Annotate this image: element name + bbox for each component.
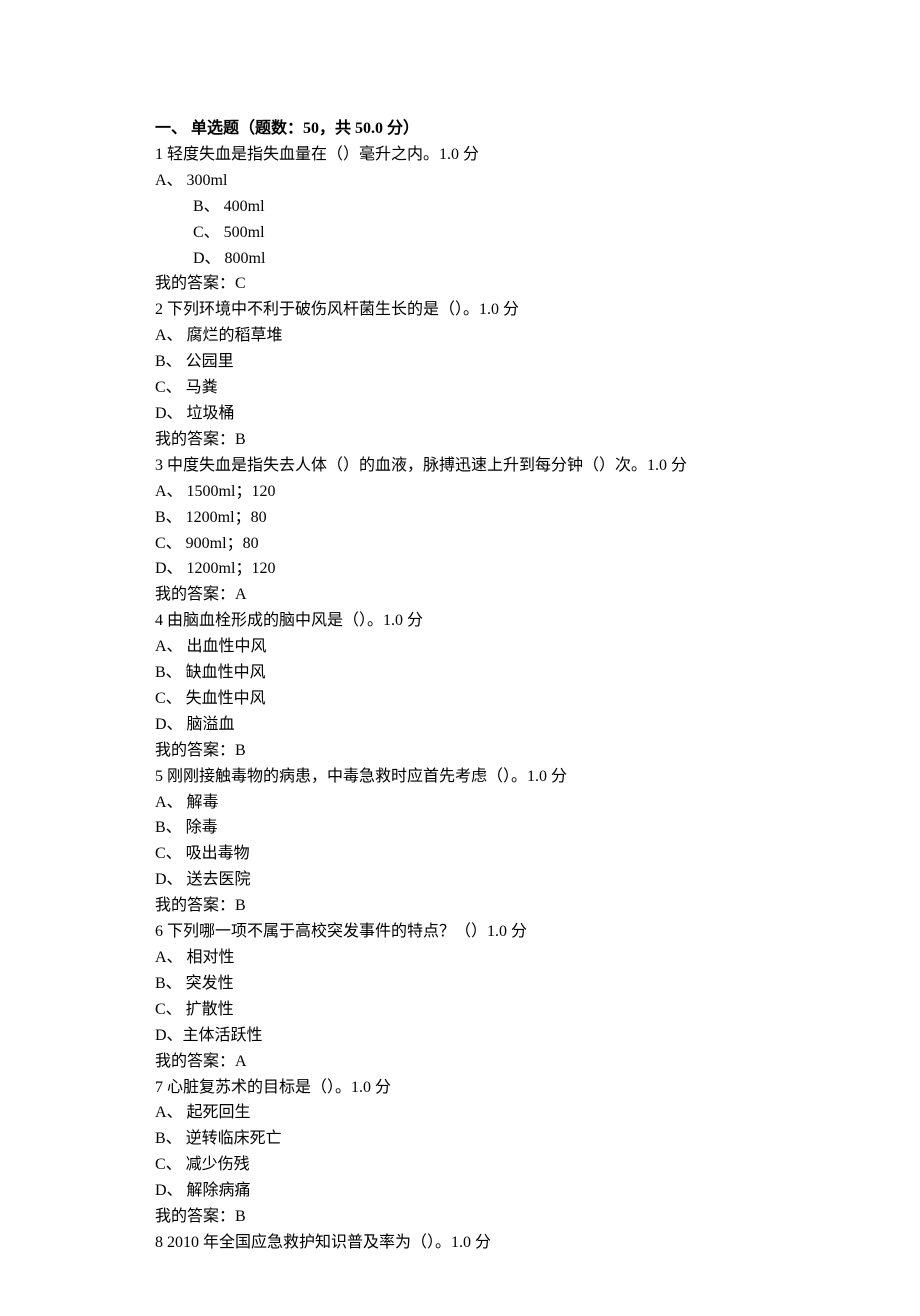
option-c: C、 扩散性 [155,997,765,1023]
answer-text: 我的答案：B [155,893,765,919]
question-text: 1 轻度失血是指失血量在（）毫升之内。1.0 分 [155,142,765,168]
answer-text: 我的答案：B [155,1204,765,1230]
option-d: D、 解除病痛 [155,1178,765,1204]
question-text: 8 2010 年全国应急救护知识普及率为（）。1.0 分 [155,1230,765,1256]
option-b: B、 缺血性中风 [155,660,765,686]
question-text: 6 下列哪一项不属于高校突发事件的特点？（）1.0 分 [155,919,765,945]
option-a: A、 300ml [155,168,765,194]
option-d: D、 垃圾桶 [155,401,765,427]
option-a: A、 出血性中风 [155,634,765,660]
question-5: 5 刚刚接触毒物的病患，中毒急救时应首先考虑（）。1.0 分 A、 解毒 B、 … [155,764,765,919]
option-c: C、 900ml；80 [155,531,765,557]
option-b: B、 400ml [155,194,765,220]
option-c: C、 失血性中风 [155,686,765,712]
option-c: C、 吸出毒物 [155,841,765,867]
option-d: D、 1200ml；120 [155,556,765,582]
option-b: B、 除毒 [155,815,765,841]
option-a: A、 腐烂的稻草堆 [155,323,765,349]
question-6: 6 下列哪一项不属于高校突发事件的特点？（）1.0 分 A、 相对性 B、 突发… [155,919,765,1074]
question-text: 7 心脏复苏术的目标是（）。1.0 分 [155,1075,765,1101]
answer-text: 我的答案：B [155,738,765,764]
option-d: D、主体活跃性 [155,1023,765,1049]
option-d: D、 送去医院 [155,867,765,893]
question-text: 5 刚刚接触毒物的病患，中毒急救时应首先考虑（）。1.0 分 [155,764,765,790]
answer-text: 我的答案：B [155,427,765,453]
option-c: C、 减少伤残 [155,1152,765,1178]
option-c: C、 500ml [155,220,765,246]
question-8: 8 2010 年全国应急救护知识普及率为（）。1.0 分 [155,1230,765,1256]
option-a: A、 解毒 [155,790,765,816]
option-d: D、 800ml [155,246,765,272]
question-4: 4 由脑血栓形成的脑中风是（）。1.0 分 A、 出血性中风 B、 缺血性中风 … [155,608,765,763]
option-c: C、 马粪 [155,375,765,401]
option-a: A、 相对性 [155,945,765,971]
option-a: A、 起死回生 [155,1100,765,1126]
option-b: B、 公园里 [155,349,765,375]
option-a: A、 1500ml；120 [155,479,765,505]
answer-text: 我的答案：A [155,582,765,608]
question-text: 3 中度失血是指失去人体（）的血液，脉搏迅速上升到每分钟（）次。1.0 分 [155,453,765,479]
question-3: 3 中度失血是指失去人体（）的血液，脉搏迅速上升到每分钟（）次。1.0 分 A、… [155,453,765,608]
option-d: D、 脑溢血 [155,712,765,738]
question-2: 2 下列环境中不利于破伤风杆菌生长的是（）。1.0 分 A、 腐烂的稻草堆 B、… [155,297,765,452]
answer-text: 我的答案：A [155,1049,765,1075]
section-title: 一、 单选题（题数：50，共 50.0 分） [155,116,765,142]
option-b: B、 1200ml；80 [155,505,765,531]
answer-text: 我的答案：C [155,271,765,297]
question-1: 1 轻度失血是指失血量在（）毫升之内。1.0 分 A、 300ml B、 400… [155,142,765,297]
option-b: B、 逆转临床死亡 [155,1126,765,1152]
question-7: 7 心脏复苏术的目标是（）。1.0 分 A、 起死回生 B、 逆转临床死亡 C、… [155,1075,765,1230]
question-text: 2 下列环境中不利于破伤风杆菌生长的是（）。1.0 分 [155,297,765,323]
question-text: 4 由脑血栓形成的脑中风是（）。1.0 分 [155,608,765,634]
option-b: B、 突发性 [155,971,765,997]
